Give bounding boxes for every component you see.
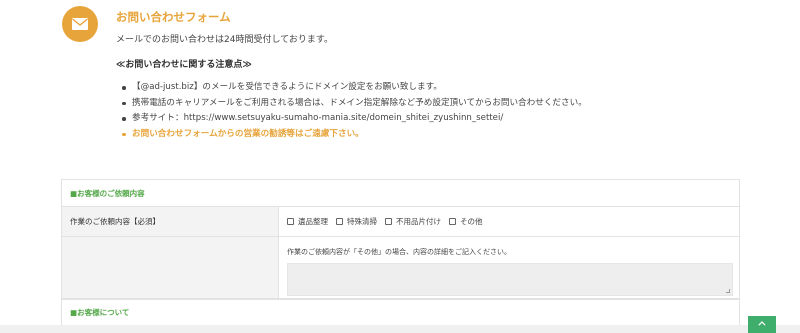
details-label-cell — [62, 237, 279, 298]
option-other[interactable]: その他 — [449, 216, 483, 227]
option-junk-removal[interactable]: 不用品片付け — [385, 216, 441, 227]
note-carrier-mail: 携帯電話のキャリアメールをご利用される場合は、ドメイン指定解除など予め設定頂いて… — [116, 96, 587, 112]
contact-form: ■お客様のご依頼内容 作業のご依頼内容【必須】 遺品整理 特殊清掃 不用品片付け… — [61, 179, 740, 333]
work-request-options: 遺品整理 特殊清掃 不用品片付け その他 — [279, 207, 739, 236]
option-estate-cleanup[interactable]: 遺品整理 — [287, 216, 328, 227]
work-request-row: 作業のご依頼内容【必須】 遺品整理 特殊清掃 不用品片付け その他 — [62, 207, 739, 237]
checkbox-junk-removal[interactable] — [385, 218, 392, 225]
option-label: 遺品整理 — [298, 217, 328, 226]
chevron-up-icon — [758, 321, 766, 326]
section-header-customer: ■お客様について — [62, 299, 739, 326]
details-hint: 作業のご依頼内容が「その他」の場合、内容の詳細をご記入ください。 — [287, 248, 511, 256]
scroll-to-top-button[interactable] — [748, 316, 776, 333]
checkbox-estate-cleanup[interactable] — [287, 218, 294, 225]
work-request-label: 作業のご依頼内容【必須】 — [62, 207, 279, 236]
option-special-cleaning[interactable]: 特殊清掃 — [336, 216, 377, 227]
details-textarea[interactable] — [287, 263, 733, 296]
checkbox-other[interactable] — [449, 218, 456, 225]
notes-list: 【@ad-just.biz】のメールを受信できるようにドメイン設定をお願い致しま… — [116, 80, 587, 142]
envelope-icon — [62, 6, 98, 42]
page-title: お問い合わせフォーム — [116, 10, 231, 24]
section-header-request: ■お客様のご依頼内容 — [62, 180, 739, 207]
option-label: その他 — [460, 217, 483, 226]
note-no-solicitation: お問い合わせフォームからの営業の勧誘等はご遠慮下さい。 — [116, 127, 587, 143]
bottom-band — [0, 325, 800, 333]
note-domain-setting: 【@ad-just.biz】のメールを受信できるようにドメイン設定をお願い致しま… — [116, 80, 587, 96]
note-reference-site: 参考サイト：https://www.setsuyaku-sumaho-mania… — [116, 111, 587, 127]
details-row: 作業のご依頼内容が「その他」の場合、内容の詳細をご記入ください。 — [62, 237, 739, 299]
notes-heading: ≪お問い合わせに関する注意点≫ — [116, 60, 252, 70]
checkbox-special-cleaning[interactable] — [336, 218, 343, 225]
resize-grip-icon[interactable] — [726, 289, 730, 293]
intro-text: メールでのお問い合わせは24時間受付しております。 — [116, 35, 334, 45]
option-label: 特殊清掃 — [347, 217, 377, 226]
details-cell: 作業のご依頼内容が「その他」の場合、内容の詳細をご記入ください。 — [279, 237, 739, 298]
option-label: 不用品片付け — [396, 217, 441, 226]
